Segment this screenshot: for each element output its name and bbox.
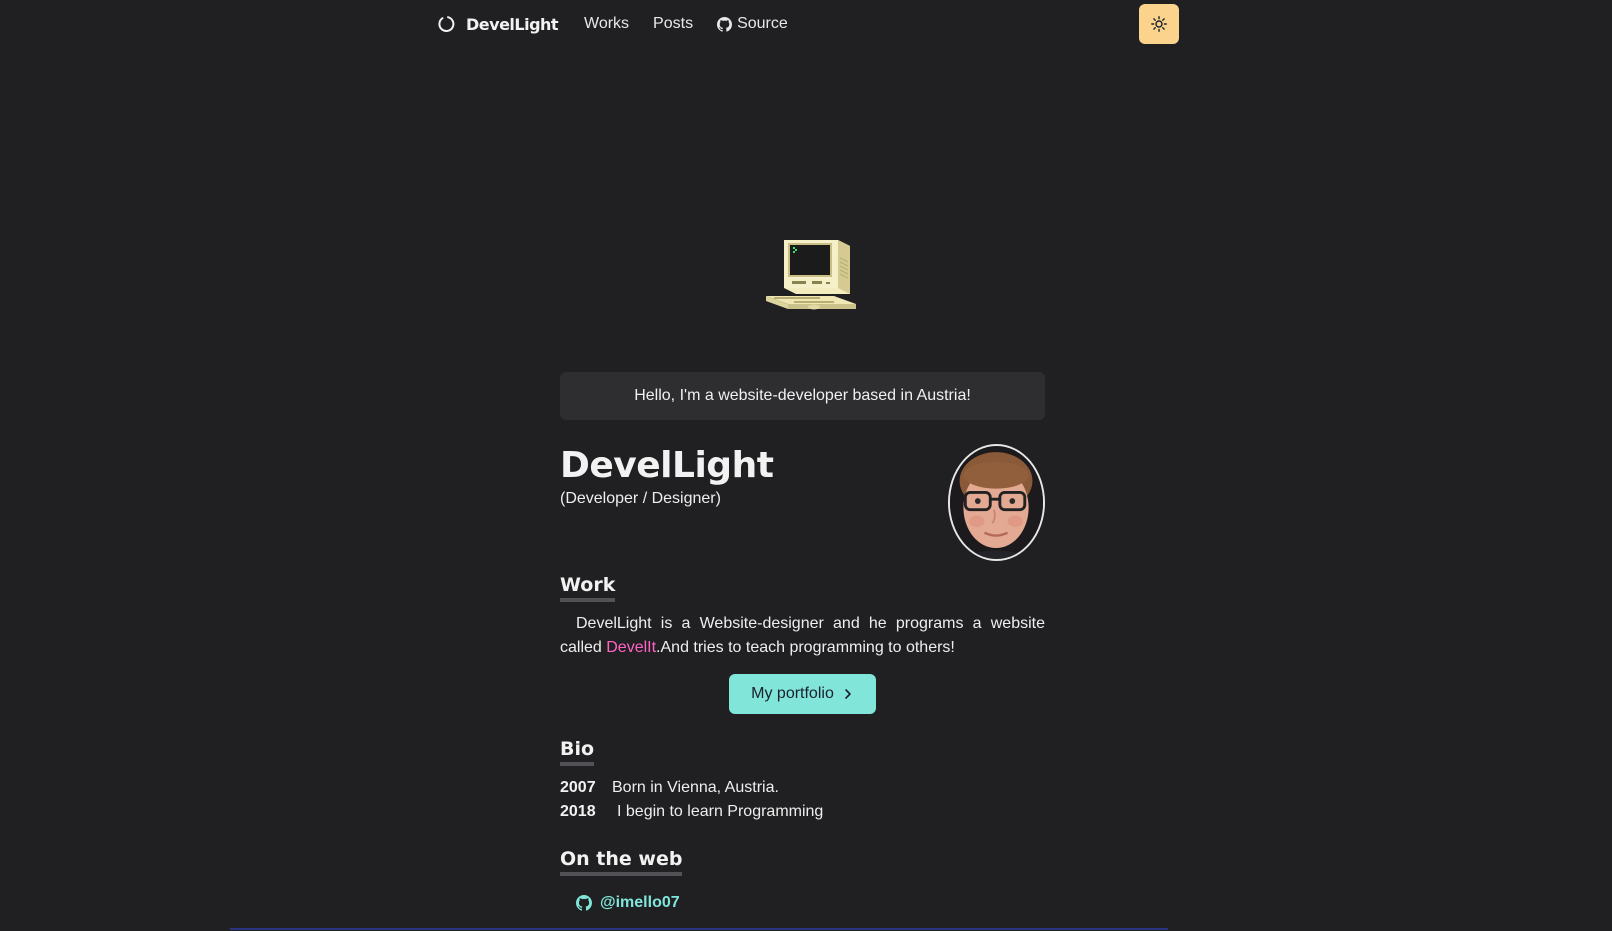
greeting-banner: Hello, I'm a website-developer based in …	[560, 372, 1045, 420]
page: DevelLight Works Posts Source Hello, I'm…	[0, 0, 1612, 931]
work-heading: Work	[560, 574, 616, 602]
nav-links: Works Posts Source	[584, 15, 788, 33]
navbar: DevelLight Works Posts Source	[0, 0, 1612, 50]
bio-year: 2007	[560, 779, 596, 796]
github-profile-label: @imello07	[600, 894, 680, 911]
nav-link-works[interactable]: Works	[584, 15, 629, 33]
footer-divider	[230, 928, 1168, 930]
on-the-web-heading: On the web	[560, 848, 683, 876]
bio-text: Born in Vienna, Austria.	[612, 779, 779, 796]
loading-circle-icon	[438, 16, 455, 32]
bio-year: 2018	[560, 803, 596, 820]
avatar-photo	[950, 446, 1043, 559]
bio-heading: Bio	[560, 738, 595, 766]
nav-link-source-label: Source	[737, 15, 788, 32]
bio-list: 2007 Born in Vienna, Austria. 2018 I beg…	[560, 776, 1045, 824]
bio-text: I begin to learn Programming	[617, 803, 824, 820]
sun-icon	[1151, 16, 1167, 32]
chevron-right-icon	[845, 689, 851, 699]
profile-section: DevelLight (Developer / Designer)	[560, 444, 1045, 564]
nav-link-posts[interactable]: Posts	[653, 15, 693, 33]
develit-link[interactable]: DevelIt	[606, 639, 656, 656]
theme-toggle-button[interactable]	[1139, 4, 1179, 44]
my-portfolio-label: My portfolio	[751, 685, 834, 702]
my-portfolio-button[interactable]: My portfolio	[729, 674, 876, 714]
retro-computer-icon	[766, 240, 856, 310]
github-icon	[717, 16, 733, 32]
avatar	[948, 444, 1045, 561]
github-icon	[576, 895, 592, 911]
main-content: Hello, I'm a website-developer based in …	[560, 372, 1045, 912]
brand-name: DevelLight	[466, 14, 559, 34]
github-profile-link[interactable]: @imello07	[576, 894, 1045, 912]
work-text-after: .And tries to teach programming to other…	[656, 639, 955, 656]
nav-link-source[interactable]: Source	[717, 15, 788, 33]
brand-logo-link[interactable]: DevelLight	[436, 14, 559, 34]
bio-item: 2018 I begin to learn Programming	[560, 800, 1045, 824]
bio-item: 2007 Born in Vienna, Austria.	[560, 776, 1045, 800]
work-description: DevelLight is a Website-designer and he …	[560, 612, 1045, 660]
